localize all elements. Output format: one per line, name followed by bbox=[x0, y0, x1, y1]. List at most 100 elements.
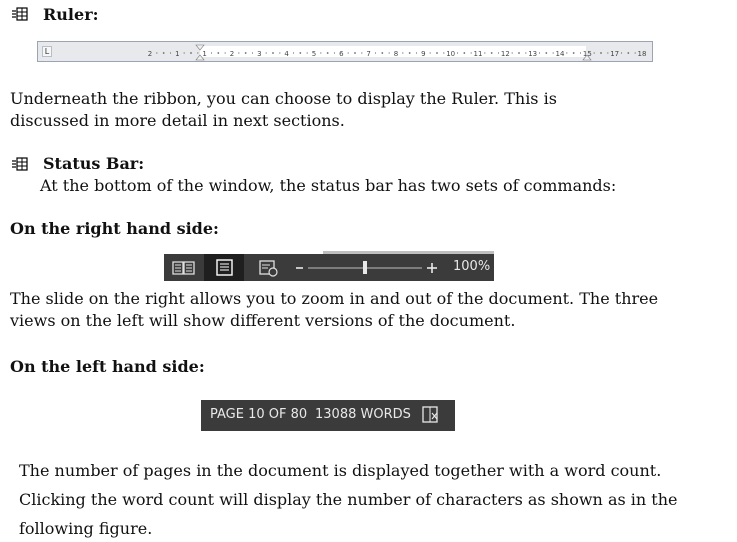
ruler-tick bbox=[456, 52, 459, 54]
print-layout-button[interactable] bbox=[204, 254, 244, 281]
ruler-tick bbox=[162, 52, 165, 54]
ruler-tick bbox=[552, 52, 554, 54]
ruler-tick bbox=[620, 52, 623, 54]
bullet-icon bbox=[12, 157, 28, 171]
ruler-tick bbox=[429, 52, 431, 54]
ruler-number: 2 bbox=[230, 50, 234, 58]
ruler-tick bbox=[210, 52, 213, 54]
ruler-number: 1 bbox=[202, 50, 206, 58]
ruler-tick bbox=[443, 52, 445, 54]
ruler-tick bbox=[374, 52, 377, 54]
ruler-tick bbox=[217, 52, 220, 54]
status-bar-left: PAGE 10 OF 80 13088 WORDS bbox=[201, 400, 455, 431]
ruler-tick bbox=[484, 52, 486, 54]
ruler-number: 1 bbox=[175, 50, 179, 58]
ruler-tick bbox=[190, 52, 192, 54]
ruler-tick bbox=[354, 52, 356, 54]
paragraph-line: The slide on the right allows you to zoo… bbox=[10, 289, 659, 308]
web-layout-button[interactable] bbox=[248, 254, 288, 281]
ruler-tick bbox=[333, 52, 336, 54]
ruler-number: 17 bbox=[610, 50, 619, 58]
ruler-tick bbox=[244, 52, 247, 54]
status-bar-heading: Status Bar: bbox=[43, 154, 145, 173]
ruler-tick bbox=[525, 52, 527, 54]
ruler-number: 10 bbox=[446, 50, 455, 58]
ruler-tick bbox=[326, 52, 329, 54]
ruler-tick bbox=[402, 52, 404, 54]
ruler-tick bbox=[545, 52, 548, 54]
ruler-tick bbox=[436, 52, 438, 54]
ruler-tick bbox=[408, 52, 411, 54]
ruler-number: 11 bbox=[474, 50, 483, 58]
ruler-tick bbox=[511, 52, 513, 54]
zoom-level[interactable]: 100% bbox=[453, 259, 490, 274]
print-layout-icon bbox=[216, 259, 233, 276]
ruler-tick bbox=[292, 52, 295, 54]
ruler-tick bbox=[634, 52, 636, 54]
ruler-tick bbox=[183, 52, 185, 54]
ruler-tick bbox=[238, 52, 240, 54]
ruler-tick bbox=[518, 52, 520, 54]
ruler-tick bbox=[388, 52, 390, 54]
bullet-icon bbox=[12, 7, 28, 21]
ruler-tick bbox=[593, 52, 595, 54]
paragraph-line: Underneath the ribbon, you can choose to… bbox=[10, 89, 557, 108]
paragraph-line: following figure. bbox=[19, 519, 153, 538]
left-side-heading: On the left hand side: bbox=[10, 357, 205, 376]
ruler-tick bbox=[607, 52, 609, 54]
ruler-number: 5 bbox=[312, 50, 316, 58]
paragraph-line: The number of pages in the document is d… bbox=[19, 461, 662, 480]
ruler-ticks: 2 1 1 2 3 4 5 6 7 8 9 10 11 12 13 14 15 17 18 bbox=[148, 44, 647, 61]
ruler-tick bbox=[361, 52, 363, 54]
ruler-tick bbox=[306, 52, 308, 54]
zoom-slider-thumb[interactable] bbox=[363, 261, 367, 274]
ruler-tick bbox=[272, 52, 274, 54]
ruler-tick bbox=[347, 52, 349, 54]
ruler: L 2 1 1 2 3 4 5 6 7 8 9 10 11 12 13 14 15 17 18 bbox=[37, 41, 653, 62]
ruler-tick bbox=[381, 52, 384, 54]
ruler-tick bbox=[251, 52, 254, 54]
ruler-number: 13 bbox=[528, 50, 537, 58]
status-bar-right: 100% bbox=[164, 254, 494, 281]
ruler-tick bbox=[463, 52, 466, 54]
ruler-tick bbox=[299, 52, 302, 54]
ruler-tick bbox=[490, 52, 493, 54]
read-mode-button[interactable] bbox=[164, 254, 204, 281]
ruler-tick bbox=[279, 52, 281, 54]
ruler-tick bbox=[156, 52, 158, 54]
ruler-number: 14 bbox=[556, 50, 565, 58]
ruler-tick bbox=[415, 52, 418, 54]
ruler-tick bbox=[572, 52, 575, 54]
ruler-number: 7 bbox=[366, 50, 370, 58]
right-side-heading: On the right hand side: bbox=[10, 219, 219, 238]
paragraph-line: views on the left will show different ve… bbox=[10, 311, 516, 330]
ruler-tick bbox=[579, 52, 582, 54]
word-count[interactable]: 13088 WORDS bbox=[315, 407, 411, 422]
ruler-tick bbox=[600, 52, 602, 54]
ruler-tick bbox=[470, 52, 472, 54]
ruler-number: 8 bbox=[394, 50, 398, 58]
ruler-number: 2 bbox=[148, 50, 152, 58]
ruler-tick bbox=[627, 52, 630, 54]
status-bar-description: At the bottom of the window, the status … bbox=[40, 176, 617, 195]
ruler-number: 12 bbox=[501, 50, 510, 58]
ruler-number: 9 bbox=[421, 50, 425, 58]
page-count[interactable]: PAGE 10 OF 80 bbox=[210, 407, 307, 422]
paragraph-line: Clicking the word count will display the… bbox=[19, 490, 678, 509]
read-mode-icon bbox=[172, 261, 195, 275]
ruler-tick bbox=[197, 52, 199, 54]
ruler-tick bbox=[566, 52, 568, 54]
ruler-number: 6 bbox=[339, 50, 344, 58]
ruler-tick bbox=[320, 52, 322, 54]
ruler-tick bbox=[538, 52, 541, 54]
ruler-number: 3 bbox=[257, 50, 261, 58]
ruler-heading: Ruler: bbox=[43, 5, 99, 24]
ruler-number: 18 bbox=[638, 50, 647, 58]
ruler-number: 4 bbox=[284, 50, 289, 58]
paragraph-line: discussed in more detail in next section… bbox=[10, 111, 345, 130]
ruler-tick bbox=[169, 52, 172, 54]
ruler-tick bbox=[224, 52, 226, 54]
ruler-tick bbox=[265, 52, 267, 54]
web-layout-icon bbox=[259, 260, 278, 277]
ruler-tick bbox=[497, 52, 500, 54]
